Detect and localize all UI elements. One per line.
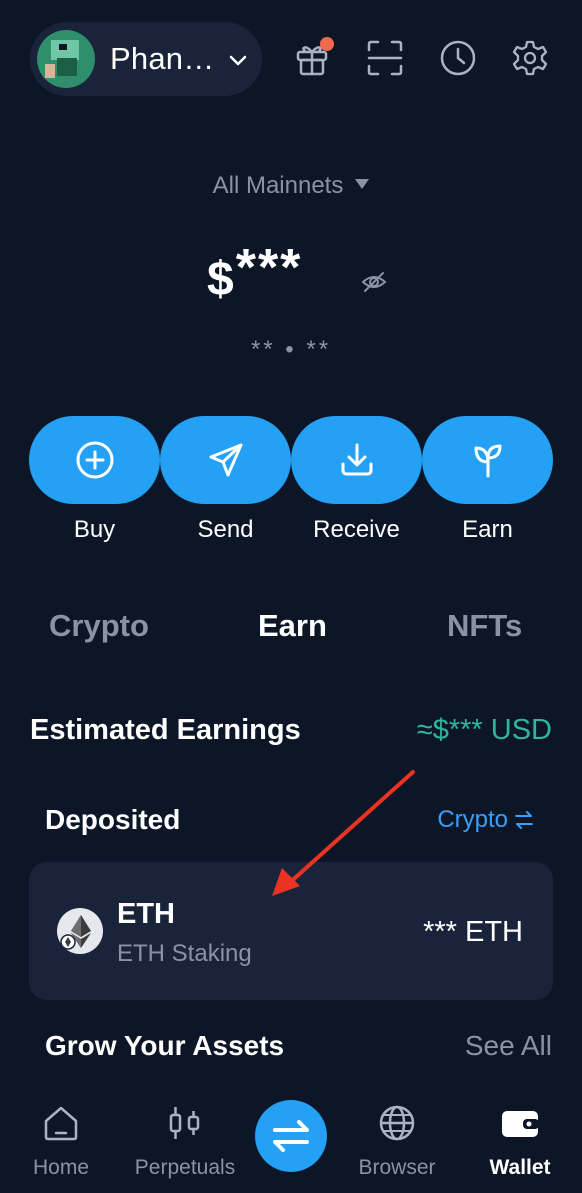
sub-balance: ** • **: [250, 336, 332, 363]
network-label: All Mainnets: [212, 172, 344, 199]
buy-button[interactable]: Buy: [29, 416, 160, 544]
globe-icon: [379, 1105, 415, 1141]
chevron-down-icon: [230, 55, 247, 66]
swap-arrows-icon: [515, 811, 533, 829]
receive-icon: [341, 443, 372, 476]
home-icon: [44, 1106, 78, 1141]
send-label: Send: [197, 516, 254, 543]
estimated-earnings-value: ≈$*** USD: [416, 714, 552, 746]
eth-icon: [57, 908, 103, 954]
crypto-toggle-label: Crypto: [437, 806, 508, 833]
balance-value: ***: [235, 239, 303, 297]
settings-icon[interactable]: [510, 38, 550, 78]
network-selector[interactable]: All Mainnets: [0, 172, 582, 200]
nav-wallet[interactable]: Wallet: [460, 1102, 580, 1180]
total-balance: $***: [207, 238, 302, 307]
candlestick-icon: [169, 1107, 200, 1139]
caret-down-icon: [355, 179, 370, 189]
tab-nfts[interactable]: NFTs: [447, 608, 522, 644]
nav-browser[interactable]: Browser: [337, 1102, 457, 1180]
deposited-title: Deposited: [45, 804, 181, 835]
receive-button[interactable]: Receive: [291, 416, 422, 544]
send-button[interactable]: Send: [160, 416, 291, 544]
scan-icon[interactable]: [365, 38, 405, 78]
tab-crypto[interactable]: Crypto: [49, 608, 149, 644]
asset-subtitle: ETH Staking: [117, 940, 252, 967]
quick-actions: Buy Send Receive Earn: [29, 416, 553, 546]
swap-button[interactable]: [255, 1100, 327, 1172]
asset-amount: *** ETH: [423, 916, 523, 948]
see-all-link[interactable]: See All: [465, 1030, 552, 1062]
nav-browser-label: Browser: [358, 1156, 436, 1179]
account-name: Phan…: [110, 41, 215, 76]
sprout-icon: [474, 444, 501, 478]
swap-icon: [273, 1120, 309, 1152]
avatar: [37, 30, 95, 88]
earn-label: Earn: [462, 516, 513, 543]
notification-dot: [320, 37, 334, 51]
estimated-earnings-title: Estimated Earnings: [30, 714, 301, 746]
wallet-icon: [502, 1111, 539, 1137]
nav-perpetuals-label: Perpetuals: [134, 1156, 236, 1179]
plus-circle-icon: [76, 441, 113, 479]
nav-home-label: Home: [32, 1156, 90, 1179]
crypto-toggle[interactable]: Crypto: [437, 806, 534, 834]
grow-assets-title: Grow Your Assets: [45, 1030, 285, 1061]
asset-tabs: Crypto Earn NFTs: [0, 608, 582, 648]
currency-symbol: $: [207, 253, 236, 306]
eye-off-icon[interactable]: [360, 268, 388, 296]
account-selector[interactable]: Phan…: [30, 22, 262, 96]
receive-label: Receive: [313, 516, 400, 543]
send-icon: [209, 443, 242, 477]
nav-perpetuals[interactable]: Perpetuals: [125, 1102, 245, 1180]
asset-symbol: ETH: [117, 898, 175, 930]
bottom-nav: Home Perpetuals Browser Wallet: [0, 1090, 582, 1193]
annotation-arrow: [272, 770, 415, 896]
tab-earn[interactable]: Earn: [258, 608, 327, 644]
earn-button[interactable]: Earn: [422, 416, 553, 544]
nav-wallet-label: Wallet: [489, 1156, 551, 1179]
history-icon[interactable]: [438, 38, 478, 78]
buy-label: Buy: [73, 516, 116, 543]
nav-home[interactable]: Home: [1, 1102, 121, 1180]
